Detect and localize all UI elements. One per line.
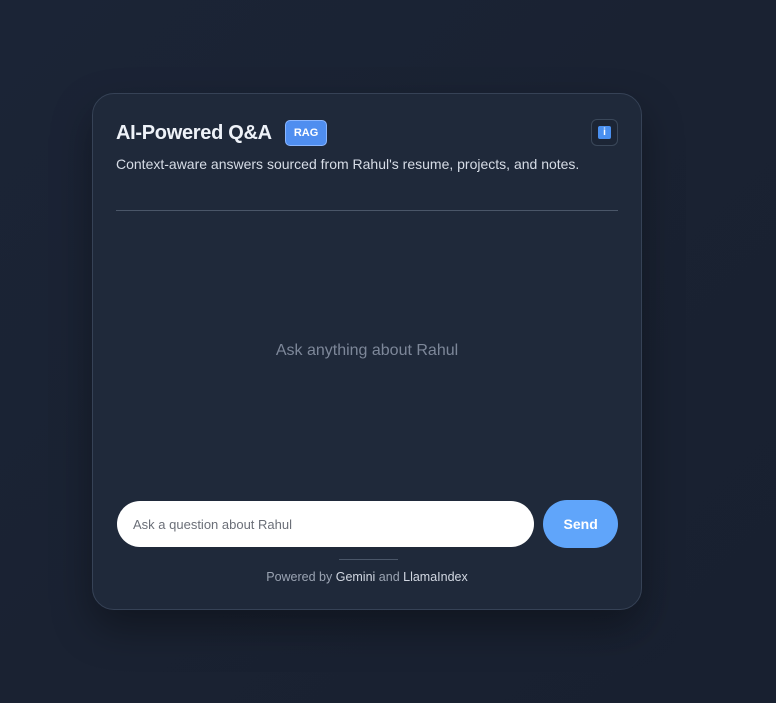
footer-divider	[339, 559, 398, 560]
footer-prefix: Powered by	[266, 570, 336, 584]
qa-card: AI-Powered Q&A RAG i Context-aware answe…	[92, 93, 642, 610]
footer-provider-gemini: Gemini	[335, 570, 376, 584]
card-subtitle: Context-aware answers sourced from Rahul…	[116, 156, 580, 172]
info-icon: i	[598, 126, 611, 139]
send-button[interactable]: Send	[543, 500, 618, 548]
question-input[interactable]	[117, 501, 535, 547]
rag-badge: RAG	[284, 120, 328, 146]
chat-empty-state: Ask anything about Rahul	[275, 342, 459, 359]
info-button[interactable]: i	[591, 119, 618, 146]
footer-provider-llamaindex: LlamaIndex	[403, 570, 468, 584]
header-divider	[116, 210, 618, 211]
question-form: Send	[117, 500, 618, 548]
powered-by-footer: Powered by Gemini and LlamaIndex	[93, 570, 641, 584]
page-title: AI-Powered Q&A	[116, 121, 272, 144]
card-header: AI-Powered Q&A RAG i	[116, 119, 618, 147]
footer-joiner: and	[375, 570, 404, 584]
